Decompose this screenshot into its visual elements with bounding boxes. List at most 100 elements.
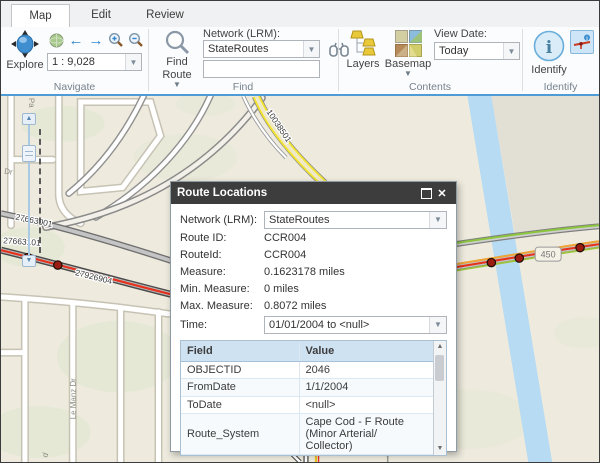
basemap-button[interactable]: Basemap ▼ [385,30,431,78]
cell-value: Cape Cod - F Route (Minor Arterial/ Coll… [298,413,433,455]
route-locations-dialog: Route Locations ✕ Network (LRM): StateRo… [170,181,457,456]
previous-extent-icon[interactable]: ← [67,32,85,48]
table-row[interactable]: Route_System Cape Cod - F Route (Minor A… [181,413,433,455]
chevron-down-icon: ▼ [404,69,412,78]
close-icon: ✕ [437,187,447,200]
time-field-value: 01/01/2004 to <null> [269,318,370,331]
cell-field: FromDate [181,378,299,397]
chevron-down-icon: ▼ [429,316,446,333]
maximize-button[interactable] [418,185,434,201]
layers-label: Layers [346,58,380,70]
full-extent-globe-icon[interactable] [47,32,65,48]
view-date-label: View Date: [434,28,487,40]
measure-value: 0.1623178 miles [264,266,345,278]
table-row[interactable]: FromDate 1/1/2004 [181,378,433,397]
identify-info-icon: i [532,29,566,63]
table-row[interactable]: OBJECTID 2046 [181,361,433,380]
group-label-navigate: Navigate [53,81,96,93]
ribbon-body: Explore ← → 1: 9,028 ▼ Navigate Find Ro… [1,27,599,94]
chevron-down-icon: ▼ [125,54,141,70]
svg-text:i: i [546,38,553,58]
scroll-track[interactable] [434,353,446,443]
explore-label: Explore [6,59,44,71]
table-header-row: Field Value [181,341,433,362]
street-label: Le Manz Dr [69,378,78,419]
network-field-value: StateRoutes [269,213,330,226]
identify-label: Identify [531,64,567,76]
map-zoom-slider: ▲ ▼ [22,113,48,269]
column-header-field[interactable]: Field [181,341,299,362]
network-field-label: Network (LRM): [180,213,258,226]
find-route-value-input[interactable] [203,60,320,78]
tab-review[interactable]: Review [137,4,193,27]
explore-compass-icon [11,30,39,58]
view-date-value: Today [439,45,469,57]
identify-button[interactable]: i Identify [528,29,570,76]
find-route-button[interactable]: Find Route ▼ [156,29,198,89]
scroll-up-icon[interactable]: ▲ [434,341,446,353]
min-measure-label: Min. Measure: [180,283,250,295]
tab-map[interactable]: Map [11,4,70,28]
explore-button[interactable]: Explore [5,30,45,71]
identify-route-locations-tool[interactable]: i [570,30,594,54]
route-id-label: Route ID: [180,232,227,244]
time-field-label: Time: [180,318,208,331]
slider-ticks [39,129,41,253]
cell-field: OBJECTID [181,361,299,380]
chevron-down-icon: ▼ [503,43,519,59]
network-lrm-label: Network (LRM): [203,28,281,40]
dialog-titlebar[interactable]: Route Locations ✕ [171,182,456,204]
slider-thumb[interactable] [22,145,36,162]
street-label: Dr [4,167,14,177]
cell-value: 2046 [298,361,433,380]
basemap-icon [394,30,422,57]
slider-down-button[interactable]: ▼ [22,255,36,267]
dialog-title: Route Locations [177,187,268,199]
scroll-thumb[interactable] [435,355,444,381]
next-extent-icon[interactable]: → [87,32,105,48]
zoom-out-icon[interactable] [127,32,145,48]
map-scale-combo[interactable]: 1 : 9,028 ▼ [47,53,142,71]
ribbon-tabbar: Map Edit Review [1,1,599,28]
find-route-magnifier-icon [164,29,190,55]
scroll-down-icon[interactable]: ▼ [434,443,446,455]
network-lrm-value: StateRoutes [208,43,269,55]
view-date-combo[interactable]: Today ▼ [434,42,520,60]
close-button[interactable]: ✕ [434,185,450,201]
column-header-value[interactable]: Value [298,341,433,362]
slider-up-button[interactable]: ▲ [22,113,36,125]
cell-value: <null> [298,396,433,415]
chevron-down-icon: ▼ [429,211,446,228]
chevron-down-icon: ▼ [303,41,319,57]
dialog-body: Network (LRM): StateRoutes ▼ Route ID: C… [171,204,456,456]
layers-icon [349,30,377,57]
time-field-combo[interactable]: 01/01/2004 to <null> ▼ [264,315,447,334]
group-label-identify: Identify [543,81,578,93]
route-shield: 450 [534,246,562,262]
max-measure-value: 0.8072 miles [264,300,327,312]
street-label: Pa [27,98,36,109]
find-route-label-1: Find [166,56,188,68]
table-scrollbar[interactable]: ▲ ▼ [433,341,446,455]
measure-label: Measure: [180,266,226,278]
app-window: Map Edit Review Explore ← → 1: 9,028 ▼ … [0,0,600,463]
max-measure-label: Max. Measure: [180,300,253,312]
tab-edit[interactable]: Edit [79,4,123,27]
zoom-in-icon[interactable] [107,32,125,48]
route-shield-label: 450 [541,250,556,260]
cell-value: 1/1/2004 [298,378,433,397]
layers-button[interactable]: Layers [345,30,381,70]
routeid-value: CCR004 [264,249,307,261]
route-info-icon: i [573,34,591,49]
network-field-combo[interactable]: StateRoutes ▼ [264,210,447,229]
cell-field: ToDate [181,396,299,415]
network-lrm-combo[interactable]: StateRoutes ▼ [203,40,320,58]
table-row[interactable]: ToDate <null> [181,396,433,415]
group-label-contents: Contents [408,81,452,93]
attribute-table: Field Value OBJECTID 2046 FromDate 1/1/2… [180,340,447,456]
map-scale-value: 1 : 9,028 [52,56,95,68]
route-id-value: CCR004 [264,232,307,244]
ribbon: Map Edit Review Explore ← → 1: 9,028 ▼ … [1,1,599,96]
maximize-icon [420,187,432,199]
routeid-label: RouteId: [180,249,222,261]
